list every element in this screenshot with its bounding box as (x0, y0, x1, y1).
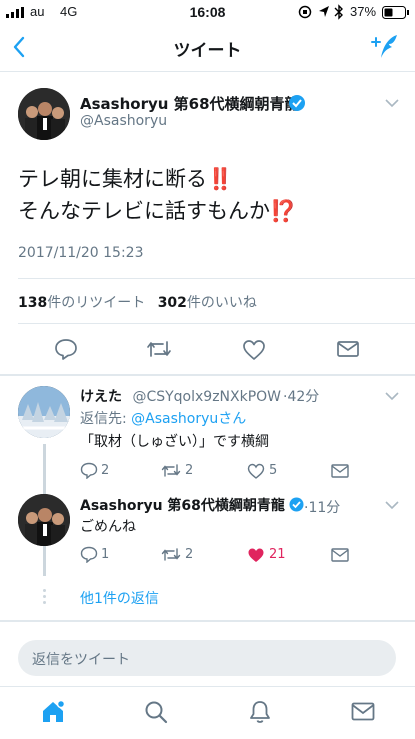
reply-1-reply-count: 2 (101, 463, 110, 478)
reply-2-reply-count: 1 (101, 547, 110, 562)
section-divider (0, 620, 415, 622)
reply-1-menu-chevron-icon[interactable] (384, 391, 400, 401)
tweet-author-handle[interactable]: @Asashoryu (80, 113, 167, 129)
thread-dot (43, 595, 46, 598)
reply-avatar[interactable] (18, 386, 70, 438)
divider (18, 278, 415, 279)
reply-1-dm-icon[interactable] (331, 464, 349, 478)
tab-bar (0, 686, 415, 739)
reply-1-reply-to: 返信先: @Asashoryuさん (80, 408, 246, 428)
reply-1-reply-icon[interactable] (80, 462, 98, 479)
reply-icon[interactable] (54, 338, 78, 360)
reply-2-meta: ·11分 (304, 500, 341, 516)
reply-to-prefix: 返信先: (80, 411, 132, 427)
thread-dot (43, 589, 46, 592)
reply-2-liked-heart-icon[interactable] (247, 547, 265, 563)
battery-percent: 37% (350, 4, 377, 19)
page-title: ツイート (173, 41, 242, 61)
tweet-text-line-1: テレ朝に集材に断る‼️ (18, 167, 234, 191)
reply-1-time: 42分 (287, 389, 320, 405)
tweet-text-line-2: そんなテレビに話すもんか⁉️ (18, 199, 297, 223)
reply-2-text: ごめんね (80, 519, 136, 535)
tweet-author-name[interactable]: Asashoryu 第68代横綱朝青龍 (80, 93, 300, 114)
retweet-count[interactable]: 138 (18, 295, 47, 311)
verified-badge-icon (289, 95, 305, 111)
tab-messages-icon[interactable] (351, 702, 375, 721)
tweet-text: テレ朝に集材に断る‼️ そんなテレビに話すもんか⁉️ (18, 163, 296, 227)
tab-search-icon[interactable] (144, 700, 168, 724)
reply-1-header: けえた @CSYqolx9zNXkPOW ·42分 (80, 389, 320, 405)
location-icon (319, 6, 329, 17)
reply-1-author-name[interactable]: けえた (80, 389, 122, 405)
reply-2-retweet-count: 2 (185, 547, 194, 562)
tweet-author-avatar[interactable] (18, 88, 70, 140)
compose-bar: 返信をツイート (0, 630, 415, 684)
reply-2-header: Asashoryu 第68代横綱朝青龍 (80, 495, 285, 515)
reply-2-verified-badge-icon (289, 497, 304, 512)
status-bar: au 4G 16:08 37% (0, 0, 415, 24)
thread-dot (43, 601, 46, 604)
reply-2-avatar[interactable] (18, 494, 70, 546)
reply-compose-input[interactable]: 返信をツイート (18, 640, 396, 676)
reply-2-retweet-icon[interactable] (161, 547, 181, 562)
tweet-menu-chevron-icon[interactable] (384, 98, 400, 108)
like-heart-icon[interactable] (242, 339, 266, 360)
compose-tweet-icon[interactable] (370, 33, 400, 61)
reply-compose-placeholder: 返信をツイート (32, 652, 130, 668)
reply-1-retweet-count: 2 (185, 463, 194, 478)
reply-2-time: 11分 (308, 500, 341, 516)
navigation-bar: ツイート (0, 24, 415, 72)
direct-message-icon[interactable] (336, 340, 360, 358)
reply-1-like-count: 5 (269, 463, 278, 478)
tweet-stats: 138件のリツイート 302件のいいね (18, 292, 257, 312)
reply-1-author-handle[interactable]: @CSYqolx9zNXkPOW (132, 389, 281, 405)
like-count-label[interactable]: 件のいいね (187, 295, 257, 311)
bluetooth-icon (334, 4, 343, 20)
like-count[interactable]: 302 (158, 295, 187, 311)
reply-to-handle-link[interactable]: @Asashoryuさん (131, 411, 246, 427)
reply-1-like-icon[interactable] (247, 463, 265, 479)
reply-2-reply-icon[interactable] (80, 546, 98, 563)
reply-1-retweet-icon[interactable] (161, 463, 181, 478)
reply-2-dm-icon[interactable] (331, 548, 349, 562)
reply-2-menu-chevron-icon[interactable] (384, 500, 400, 510)
reply-2-like-count: 21 (269, 547, 286, 562)
reply-2-author-name[interactable]: Asashoryu 第68代横綱朝青龍 (80, 498, 285, 514)
retweet-count-label[interactable]: 件のリツイート (47, 295, 145, 311)
reply-1-text: 「取材（しゅざい）」です横綱 (80, 434, 269, 450)
orientation-lock-icon (298, 5, 312, 19)
section-divider (0, 374, 415, 376)
battery-icon (382, 6, 409, 19)
tab-notifications-bell-icon[interactable] (249, 699, 271, 725)
retweet-icon[interactable] (146, 339, 172, 359)
tab-home-icon[interactable] (40, 699, 66, 725)
tweet-timestamp: 2017/11/20 15:23 (18, 245, 144, 261)
show-more-replies-link[interactable]: 他1件の返信 (80, 588, 159, 608)
divider (18, 323, 415, 324)
